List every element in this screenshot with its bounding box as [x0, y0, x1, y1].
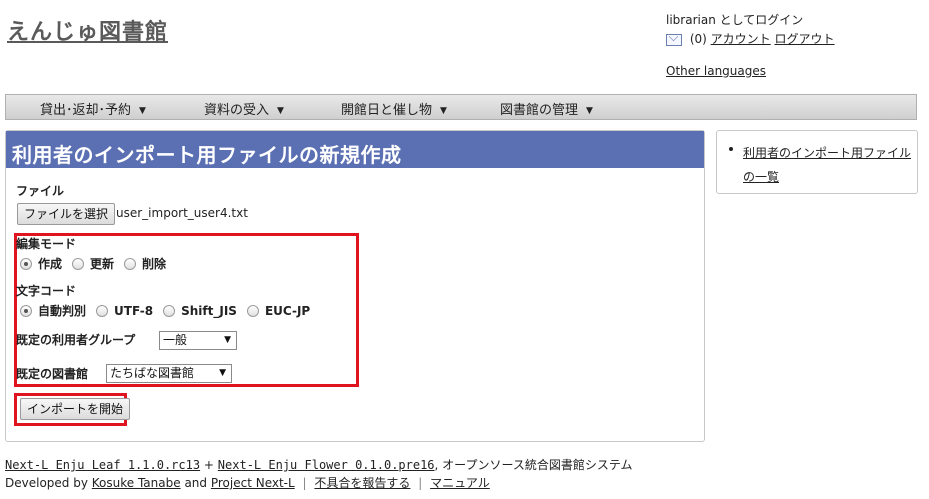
- chevron-down-icon: ▼: [586, 105, 593, 116]
- encoding-sjis-radio[interactable]: [163, 304, 176, 317]
- page-title: 利用者のインポート用ファイルの新規作成: [6, 131, 704, 168]
- menu-events[interactable]: 開館日と催し物 ▼: [341, 99, 447, 118]
- start-import-button[interactable]: インポートを開始: [20, 398, 131, 420]
- default-library-select[interactable]: たちばな図書館 ▼: [106, 364, 232, 383]
- footer-author-link[interactable]: Kosuke Tanabe: [92, 476, 181, 490]
- default-library-label: 既定の図書館: [16, 367, 89, 381]
- dropdown-arrow-icon: ▼: [224, 335, 231, 345]
- edit-mode-create-radio[interactable]: [20, 257, 32, 270]
- footer-project-link[interactable]: Project Next-L: [211, 476, 295, 490]
- chevron-down-icon: ▼: [139, 105, 146, 116]
- selected-file-name: user_import_user4.txt: [116, 206, 248, 220]
- login-status: librarian としてログイン: [666, 13, 804, 27]
- encoding-options: 自動判別 UTF-8 Shift_JIS EUC-JP: [20, 302, 320, 319]
- edit-mode-update-radio[interactable]: [72, 257, 85, 270]
- account-link[interactable]: アカウント: [711, 32, 771, 46]
- sidebar-link-user-import-list[interactable]: 利用者のインポート用ファイルの一覧: [743, 141, 913, 189]
- edit-mode-label: 編集モード: [16, 237, 77, 251]
- menu-acquisition[interactable]: 資料の受入 ▼: [204, 99, 284, 118]
- sidebar: 利用者のインポート用ファイルの一覧: [716, 130, 918, 194]
- encoding-auto-radio[interactable]: [20, 304, 32, 317]
- main-panel: 利用者のインポート用ファイルの新規作成 ファイル ファイルを選択 user_im…: [5, 130, 705, 442]
- site-title-link[interactable]: えんじゅ図書館: [7, 14, 168, 46]
- edit-mode-options: 作成 更新 削除: [20, 255, 176, 272]
- footer-leaf-link[interactable]: Next-L Enju Leaf 1.1.0.rc13: [5, 458, 200, 472]
- edit-mode-delete-radio[interactable]: [124, 257, 137, 270]
- footer: Next-L Enju Leaf 1.1.0.rc13 + Next-L Enj…: [5, 458, 633, 490]
- mail-icon[interactable]: [666, 33, 682, 46]
- mail-count: (0): [689, 32, 707, 46]
- bullet-icon: [729, 147, 733, 151]
- default-group-select[interactable]: 一般 ▼: [159, 331, 237, 350]
- dropdown-arrow-icon: ▼: [219, 368, 226, 378]
- footer-flower-link[interactable]: Next-L Enju Flower 0.1.0.pre16: [218, 458, 435, 472]
- menu-circulation[interactable]: 貸出･返却･予約 ▼: [40, 99, 146, 118]
- footer-manual-link[interactable]: マニュアル: [430, 476, 490, 490]
- logout-link[interactable]: ログアウト: [775, 32, 835, 46]
- encoding-eucjp-radio[interactable]: [246, 304, 259, 317]
- main-menu-bar: 貸出･返却･予約 ▼ 資料の受入 ▼ 開館日と催し物 ▼ 図書館の管理 ▼: [5, 94, 917, 120]
- chevron-down-icon: ▼: [277, 105, 284, 116]
- menu-library-admin[interactable]: 図書館の管理 ▼: [500, 99, 593, 118]
- choose-file-button[interactable]: ファイルを選択: [17, 203, 116, 225]
- footer-report-bug-link[interactable]: 不具合を報告する: [314, 476, 410, 490]
- encoding-utf8-radio[interactable]: [96, 304, 109, 317]
- file-label: ファイル: [16, 184, 65, 198]
- other-languages-link[interactable]: Other languages: [666, 64, 766, 78]
- chevron-down-icon: ▼: [440, 105, 447, 116]
- default-group-label: 既定の利用者グループ: [16, 333, 136, 347]
- encoding-label: 文字コード: [16, 284, 77, 298]
- user-box: librarian としてログイン (0) アカウント ログアウト: [666, 11, 835, 49]
